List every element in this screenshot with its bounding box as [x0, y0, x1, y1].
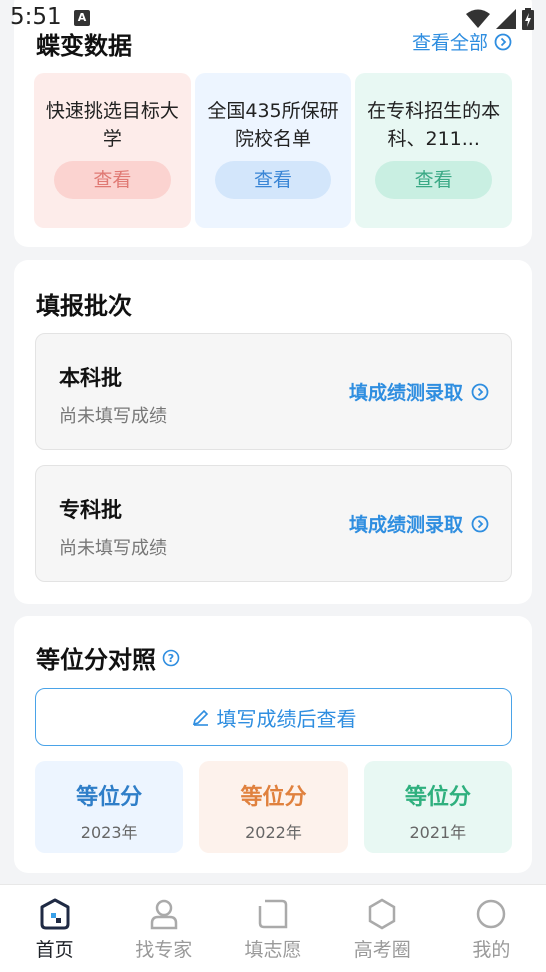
bottom-tab-bar: 首页 找专家 填志愿 高考圈 我的 [0, 884, 546, 972]
notification-icon: A [74, 10, 90, 26]
svg-text:?: ? [168, 652, 174, 665]
fill-score-button[interactable]: 填写成绩后查看 [35, 688, 512, 746]
status-bar: 5:51 A [0, 0, 546, 36]
equivalent-title: 等位分 [404, 785, 471, 810]
batch-name: 专科批 [59, 498, 122, 522]
battery-icon [522, 8, 534, 30]
equivalent-year: 2022年 [245, 823, 302, 842]
tab-label: 找专家 [135, 939, 193, 961]
view-button[interactable]: 查看 [214, 161, 332, 199]
equivalent-year: 2023年 [80, 823, 138, 842]
fill-score-label: 填成绩测录取 [348, 514, 463, 536]
batch-item-junior[interactable]: 专科批 尚未填写成绩 填成绩测录取 [35, 465, 512, 582]
section-title: 填报批次 [36, 292, 132, 320]
circle-icon [477, 899, 506, 929]
chevron-circle-icon [471, 383, 489, 400]
person-icon [150, 899, 178, 930]
tab-label: 高考圈 [353, 939, 411, 961]
section-title: 等位分对照 [36, 646, 156, 674]
section-header: 等位分对照 ? [36, 640, 180, 675]
tile-text: 在专科招生的本科、211... [367, 100, 501, 150]
fill-score-link[interactable]: 填成绩测录取 [349, 510, 489, 537]
data-tile[interactable]: 快速挑选目标大学 查看 [34, 73, 191, 228]
data-tiles: 快速挑选目标大学 查看 全国435所保研院校名单 查看 在专科招生的本科、211… [34, 73, 513, 228]
chevron-circle-icon [471, 515, 489, 532]
square-icon [258, 899, 288, 929]
batch-status: 尚未填写成绩 [59, 406, 167, 427]
mutation-data-card: 蝶变数据 查看全部 快速挑选目标大学 查看 全国435所保研院校名单 查看 在专… [14, 0, 532, 247]
equivalent-tile[interactable]: 等位分 2022年 [199, 761, 348, 853]
equivalent-tiles: 等位分 2023年 等位分 2022年 等位分 2021年 [35, 761, 512, 853]
fill-score-label: 填写成绩后查看 [216, 706, 357, 731]
equivalent-tile[interactable]: 等位分 2021年 [363, 761, 512, 853]
tab-label: 我的 [472, 939, 511, 961]
hexagon-icon [368, 898, 396, 930]
wifi-icon [466, 9, 490, 28]
view-button[interactable]: 查看 [375, 161, 493, 199]
equivalent-year: 2021年 [409, 823, 467, 842]
tab-profile[interactable]: 我的 [437, 885, 546, 972]
batches-card: 填报批次 本科批 尚未填写成绩 填成绩测录取 专科批 尚未填写成绩 填成绩测录取 [14, 260, 532, 604]
equivalent-title: 等位分 [240, 785, 307, 810]
batch-item-undergrad[interactable]: 本科批 尚未填写成绩 填成绩测录取 [35, 333, 512, 450]
tab-fill-wish[interactable]: 填志愿 [218, 885, 327, 972]
tile-text: 全国435所保研院校名单 [207, 100, 339, 150]
tab-label: 首页 [35, 939, 74, 961]
equivalent-tile[interactable]: 等位分 2023年 [35, 761, 184, 853]
signal-icon [496, 9, 516, 29]
tab-label: 填志愿 [244, 939, 302, 961]
equivalent-title: 等位分 [76, 785, 143, 810]
view-button[interactable]: 查看 [54, 161, 171, 199]
help-icon[interactable]: ? [162, 649, 180, 667]
pencil-icon [192, 709, 208, 726]
batch-name: 本科批 [59, 366, 122, 390]
tile-text: 快速挑选目标大学 [45, 100, 179, 150]
home-icon [40, 898, 70, 930]
tab-community[interactable]: 高考圈 [328, 885, 437, 972]
fill-score-label: 填成绩测录取 [348, 382, 463, 404]
status-indicators [466, 8, 534, 30]
data-tile[interactable]: 全国435所保研院校名单 查看 [194, 73, 352, 228]
data-tile[interactable]: 在专科招生的本科、211... 查看 [355, 73, 513, 228]
tab-home[interactable]: 首页 [0, 885, 109, 972]
tab-experts[interactable]: 找专家 [109, 885, 218, 972]
status-time: 5:51 [10, 4, 62, 30]
fill-score-link[interactable]: 填成绩测录取 [349, 378, 489, 405]
batch-status: 尚未填写成绩 [59, 538, 167, 559]
equivalent-score-card: 等位分对照 ? 填写成绩后查看 等位分 2023年 等位分 2022年 等位分 … [14, 616, 532, 873]
